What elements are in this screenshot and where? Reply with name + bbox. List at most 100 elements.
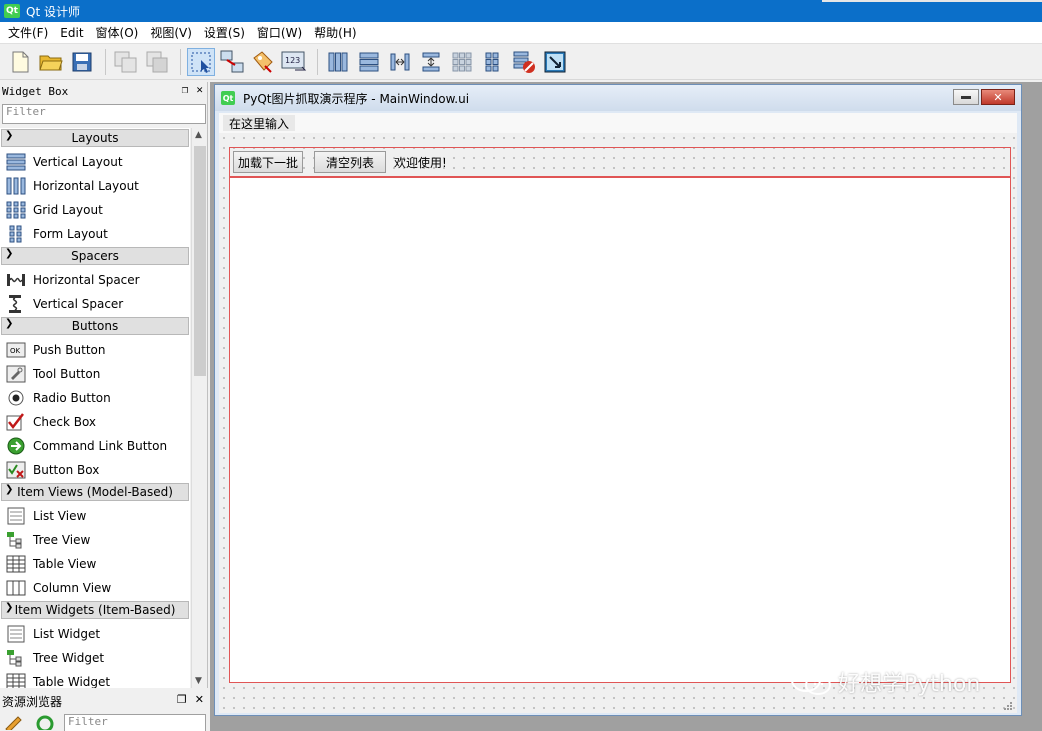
edit-resources-icon[interactable] [4, 714, 26, 730]
adjust-size-button[interactable] [541, 48, 569, 76]
resource-browser-dock: 资源浏览器 ❐ ✕ Filter [0, 692, 208, 731]
scroll-thumb[interactable] [194, 146, 206, 376]
widget-radio-button[interactable]: Radio Button [0, 386, 190, 410]
category-item-views[interactable]: ❯ Item Views (Model-Based) [1, 483, 189, 501]
widget-tool-button[interactable]: Tool Button [0, 362, 190, 386]
resource-filter-input[interactable]: Filter [64, 714, 206, 731]
layout-vertical-button[interactable] [355, 48, 383, 76]
reload-icon[interactable] [34, 714, 56, 730]
chevron-down-icon: ❯ [5, 130, 14, 141]
chevron-down-icon: ❯ [5, 248, 14, 259]
layout-grid-button[interactable] [448, 48, 476, 76]
widget-label: List View [33, 509, 87, 523]
widget-button-box[interactable]: Button Box [0, 458, 190, 482]
close-dock-icon[interactable]: ✕ [195, 693, 204, 706]
widget-label: Horizontal Spacer [33, 273, 140, 287]
widget-vertical-layout[interactable]: Vertical Layout [0, 150, 190, 174]
menu-file[interactable]: 文件(F) [2, 24, 54, 41]
menu-view[interactable]: 视图(V) [144, 24, 198, 41]
break-layout-icon [513, 51, 535, 73]
widget-column-view[interactable]: Column View [0, 576, 190, 600]
horizontal-layout[interactable]: 加载下一批 清空列表 欢迎使用! [229, 147, 1011, 177]
float-dock-icon[interactable]: ❐ [177, 693, 187, 706]
widget-label: Check Box [33, 415, 97, 429]
new-file-button[interactable] [6, 48, 34, 76]
vertical-spacer-icon [6, 295, 26, 313]
widget-label: Tree View [33, 533, 91, 547]
widget-list-view[interactable]: List View [0, 504, 190, 528]
scroll-up-icon[interactable]: ▲ [195, 130, 202, 140]
edit-signals-button[interactable] [218, 48, 246, 76]
edit-tab-order-button[interactable]: 123 [280, 48, 308, 76]
copy-button[interactable] [112, 48, 140, 76]
menu-settings[interactable]: 设置(S) [198, 24, 251, 41]
category-item-widgets[interactable]: ❯ Item Widgets (Item-Based) [1, 601, 189, 619]
menu-edit[interactable]: Edit [54, 26, 89, 40]
column-view-icon [6, 579, 26, 597]
widget-list-scrollbar[interactable]: ▲ ▼ [191, 128, 207, 688]
widget-horizontal-layout[interactable]: Horizontal Layout [0, 174, 190, 198]
category-spacers[interactable]: ❯ Spacers [1, 247, 189, 265]
save-button[interactable] [68, 48, 96, 76]
widget-push-button[interactable]: OK Push Button [0, 338, 190, 362]
widget-command-link-button[interactable]: Command Link Button [0, 434, 190, 458]
button-box-icon [6, 461, 26, 479]
widget-filter-input[interactable]: Filter [2, 104, 206, 124]
form-canvas[interactable]: 在这里输入 加载下一批 清空列表 欢迎使用! [219, 113, 1017, 713]
chevron-down-icon: ❯ [5, 602, 14, 613]
form-window-titlebar[interactable]: Qt PyQt图片抓取演示程序 - MainWindow.ui ✕ [215, 85, 1021, 111]
widget-grid-layout[interactable]: Grid Layout [0, 198, 190, 222]
radio-button-icon [6, 389, 26, 407]
open-file-button[interactable] [37, 48, 65, 76]
menu-form[interactable]: 窗体(O) [90, 24, 145, 41]
category-layouts[interactable]: ❯ Layouts [1, 129, 189, 147]
edit-buddies-button[interactable] [249, 48, 277, 76]
tree-widget-icon [6, 649, 26, 667]
form-window-title: PyQt图片抓取演示程序 - MainWindow.ui [243, 91, 470, 106]
widget-vertical-spacer[interactable]: Vertical Spacer [0, 292, 190, 316]
widget-table-view[interactable]: Table View [0, 552, 190, 576]
load-next-batch-button[interactable]: 加载下一批 [233, 151, 303, 173]
layout-h-splitter-button[interactable] [386, 48, 414, 76]
edit-buddies-icon [253, 50, 273, 73]
edit-widgets-button[interactable] [187, 47, 215, 76]
widget-list-widget[interactable]: List Widget [0, 622, 190, 646]
layout-v-splitter-button[interactable] [417, 48, 445, 76]
menu-window[interactable]: 窗口(W) [251, 24, 308, 41]
minimize-icon [961, 96, 971, 99]
widget-label: Vertical Spacer [33, 297, 124, 311]
category-label: Layouts [71, 131, 119, 145]
edit-widgets-icon [191, 52, 211, 73]
category-label: Buttons [71, 319, 119, 333]
widget-label: Tool Button [33, 367, 101, 381]
widget-table-widget[interactable]: Table Widget [0, 670, 190, 688]
widget-horizontal-spacer[interactable]: Horizontal Spacer [0, 268, 190, 292]
float-dock-icon[interactable]: ❐ [182, 83, 189, 96]
minimize-button[interactable] [953, 89, 979, 105]
paste-button[interactable] [143, 48, 171, 76]
scroll-down-icon[interactable]: ▼ [195, 676, 202, 686]
break-layout-button[interactable] [510, 48, 538, 76]
widget-box-dock: Widget Box ❐ ✕ Filter ❯ Layouts Vertical … [0, 82, 208, 688]
widget-tree-view[interactable]: Tree View [0, 528, 190, 552]
widget-form-layout[interactable]: Form Layout [0, 222, 190, 246]
image-list-widget[interactable] [229, 177, 1011, 683]
widget-label: Radio Button [33, 391, 111, 405]
widget-label: Tree Widget [33, 651, 105, 665]
widget-label: List Widget [33, 627, 101, 641]
close-dock-icon[interactable]: ✕ [196, 83, 203, 96]
widget-check-box[interactable]: Check Box [0, 410, 190, 434]
close-button[interactable]: ✕ [981, 89, 1015, 105]
resize-grip-icon[interactable] [1003, 701, 1013, 711]
layout-form-button[interactable] [479, 48, 507, 76]
widget-label: Button Box [33, 463, 100, 477]
mdi-area: Qt PyQt图片抓取演示程序 - MainWindow.ui ✕ 在这里输入 … [210, 82, 1042, 731]
titlebar-strip [822, 0, 1042, 2]
layout-horizontal-button[interactable] [324, 48, 352, 76]
grid-layout-icon [6, 201, 26, 219]
type-here-menu-item[interactable]: 在这里输入 [223, 115, 296, 131]
widget-tree-widget[interactable]: Tree Widget [0, 646, 190, 670]
clear-list-button[interactable]: 清空列表 [314, 151, 386, 173]
menu-help[interactable]: 帮助(H) [308, 24, 362, 41]
category-buttons[interactable]: ❯ Buttons [1, 317, 189, 335]
